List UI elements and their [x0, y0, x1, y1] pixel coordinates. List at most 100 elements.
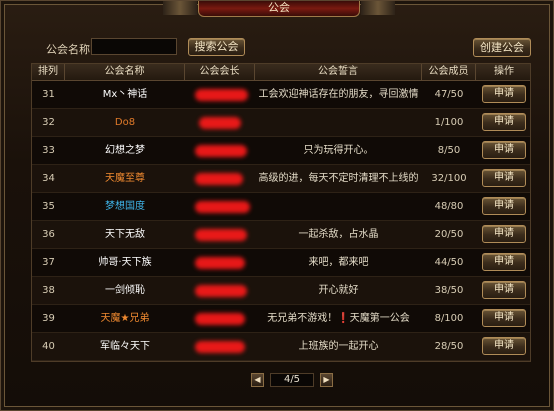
action-cell: 申请: [476, 333, 532, 361]
guild-leader-cell: [185, 81, 255, 109]
guild-motto-cell: 上班族的一起开心: [298, 341, 379, 352]
apply-button[interactable]: 申请: [482, 113, 526, 131]
redacted-leader-name: [195, 145, 247, 157]
action-cell: 申请: [476, 165, 532, 193]
apply-button[interactable]: 申请: [482, 281, 526, 299]
guild-members-cell: 8/100: [434, 313, 464, 324]
apply-button[interactable]: 申请: [482, 253, 526, 271]
redacted-leader-name: [195, 173, 243, 185]
action-cell: 申请: [476, 277, 532, 305]
apply-button[interactable]: 申请: [482, 197, 526, 215]
guild-members-cell: 48/80: [434, 201, 464, 212]
guild-leader-cell: [185, 333, 255, 361]
table-row: 40 军临々天下 上班族的一起开心 28/50 申请: [32, 333, 530, 361]
guild-name-cell: Do8: [114, 117, 136, 128]
table-row: 31 Mx丶神话 工会欢迎神话存在的朋友，寻回激情 47/50 申请: [32, 81, 530, 109]
guild-members-cell: 32/100: [431, 173, 467, 184]
header-guild-leader: 公会会长: [185, 64, 255, 80]
guild-motto-cell: 只为玩得开心。: [303, 145, 374, 156]
guild-motto-cell: 一起杀敌，占水晶: [298, 229, 379, 240]
guild-name-search-input[interactable]: [91, 38, 177, 55]
rank-cell: 33: [42, 145, 55, 156]
guild-name-cell: 天下无敌: [105, 229, 145, 240]
guild-name-cell: 帅哥·天下族: [98, 257, 152, 268]
search-label: 公会名称: [46, 43, 90, 56]
table-header: 排列 公会名称 公会会长 公会誓言 公会成员 操作: [32, 64, 530, 81]
guild-leader-cell: [185, 165, 255, 193]
table-row: 33 幻想之梦 只为玩得开心。 8/50 申请: [32, 137, 530, 165]
guild-leader-cell: [185, 137, 255, 165]
guild-members-cell: 8/50: [437, 145, 461, 156]
rank-cell: 34: [42, 173, 55, 184]
action-cell: 申请: [476, 193, 532, 221]
apply-button[interactable]: 申请: [482, 225, 526, 243]
table-row: 37 帅哥·天下族 来吧，都来吧 44/50 申请: [32, 249, 530, 277]
apply-button[interactable]: 申请: [482, 337, 526, 355]
guild-members-cell: 38/50: [434, 285, 464, 296]
redacted-leader-name: [199, 117, 241, 129]
guild-table: 排列 公会名称 公会会长 公会誓言 公会成员 操作 31 Mx丶神话 工会欢迎神话存…: [31, 63, 531, 362]
next-page-button[interactable]: ▶: [320, 373, 333, 387]
guild-name-cell: 军临々天下: [100, 341, 150, 352]
rank-cell: 32: [42, 117, 55, 128]
guild-members-cell: 47/50: [434, 89, 464, 100]
guild-leader-cell: [185, 249, 255, 277]
guild-motto-cell: 工会欢迎神话存在的朋友，寻回激情: [258, 89, 419, 100]
guild-motto-cell: [255, 109, 422, 137]
rank-cell: 36: [42, 229, 55, 240]
guild-window: 公会 公会名称 搜索公会 创建公会 排列 公会名称 公会会长 公会誓言 公会成员…: [0, 0, 554, 411]
redacted-leader-name: [195, 229, 247, 241]
search-guild-button[interactable]: 搜索公会: [188, 38, 245, 56]
guild-leader-cell: [185, 305, 255, 333]
guild-name-cell: 天魔★兄弟: [100, 313, 150, 324]
rank-cell: 38: [42, 285, 55, 296]
rank-cell: 35: [42, 201, 55, 212]
header-rank: 排列: [32, 64, 65, 80]
guild-motto-cell: 开心就好: [318, 285, 359, 296]
prev-page-button[interactable]: ◀: [251, 373, 264, 387]
guild-members-cell: 20/50: [434, 229, 464, 240]
rank-cell: 31: [42, 89, 55, 100]
apply-button[interactable]: 申请: [482, 141, 526, 159]
table-row: 34 天魔至尊 高级的进，每天不定时清理不上线的 32/100 申请: [32, 165, 530, 193]
redacted-leader-name: [195, 89, 248, 101]
guild-motto-cell: 来吧，都来吧: [308, 257, 369, 268]
guild-leader-cell: [185, 109, 255, 137]
guild-leader-cell: [185, 277, 255, 305]
action-cell: 申请: [476, 305, 532, 333]
table-row: 35 梦想国度 48/80 申请: [32, 193, 530, 221]
guild-name-cell: 梦想国度: [105, 201, 145, 212]
guild-motto-cell: [255, 193, 422, 221]
table-row: 39 天魔★兄弟 无兄弟不游戏！❗天魔第一公会 8/100 申请: [32, 305, 530, 333]
header-action: 操作: [494, 66, 514, 77]
guild-name-cell: Mx丶神话: [102, 89, 148, 100]
action-cell: 申请: [476, 221, 532, 249]
redacted-leader-name: [195, 341, 245, 353]
table-row: 32 Do8 1/100 申请: [32, 109, 530, 137]
guild-members-cell: 44/50: [434, 257, 464, 268]
action-cell: 申请: [476, 81, 532, 109]
guild-name-cell: 天魔至尊: [105, 173, 145, 184]
guild-name-cell: 幻想之梦: [105, 145, 145, 156]
guild-leader-cell: [185, 221, 255, 249]
redacted-leader-name: [195, 313, 245, 325]
action-cell: 申请: [476, 109, 532, 137]
page-indicator: 4/5: [270, 373, 314, 387]
table-row: 36 天下无敌 一起杀敌，占水晶 20/50 申请: [32, 221, 530, 249]
rank-cell: 39: [42, 313, 55, 324]
rank-cell: 40: [42, 341, 55, 352]
guild-leader-cell: [185, 193, 255, 221]
header-guild-motto: 公会誓言: [255, 64, 422, 80]
redacted-leader-name: [195, 201, 250, 213]
guild-members-cell: 28/50: [434, 341, 464, 352]
redacted-leader-name: [195, 285, 247, 297]
apply-button[interactable]: 申请: [482, 85, 526, 103]
guild-name-cell: 一剑倾恥: [105, 285, 145, 296]
create-guild-button[interactable]: 创建公会: [473, 38, 531, 57]
apply-button[interactable]: 申请: [482, 309, 526, 327]
apply-button[interactable]: 申请: [482, 169, 526, 187]
action-cell: 申请: [476, 249, 532, 277]
header-guild-members: 公会成员: [422, 64, 476, 80]
rank-cell: 37: [42, 257, 55, 268]
window-title: 公会: [163, 1, 395, 17]
